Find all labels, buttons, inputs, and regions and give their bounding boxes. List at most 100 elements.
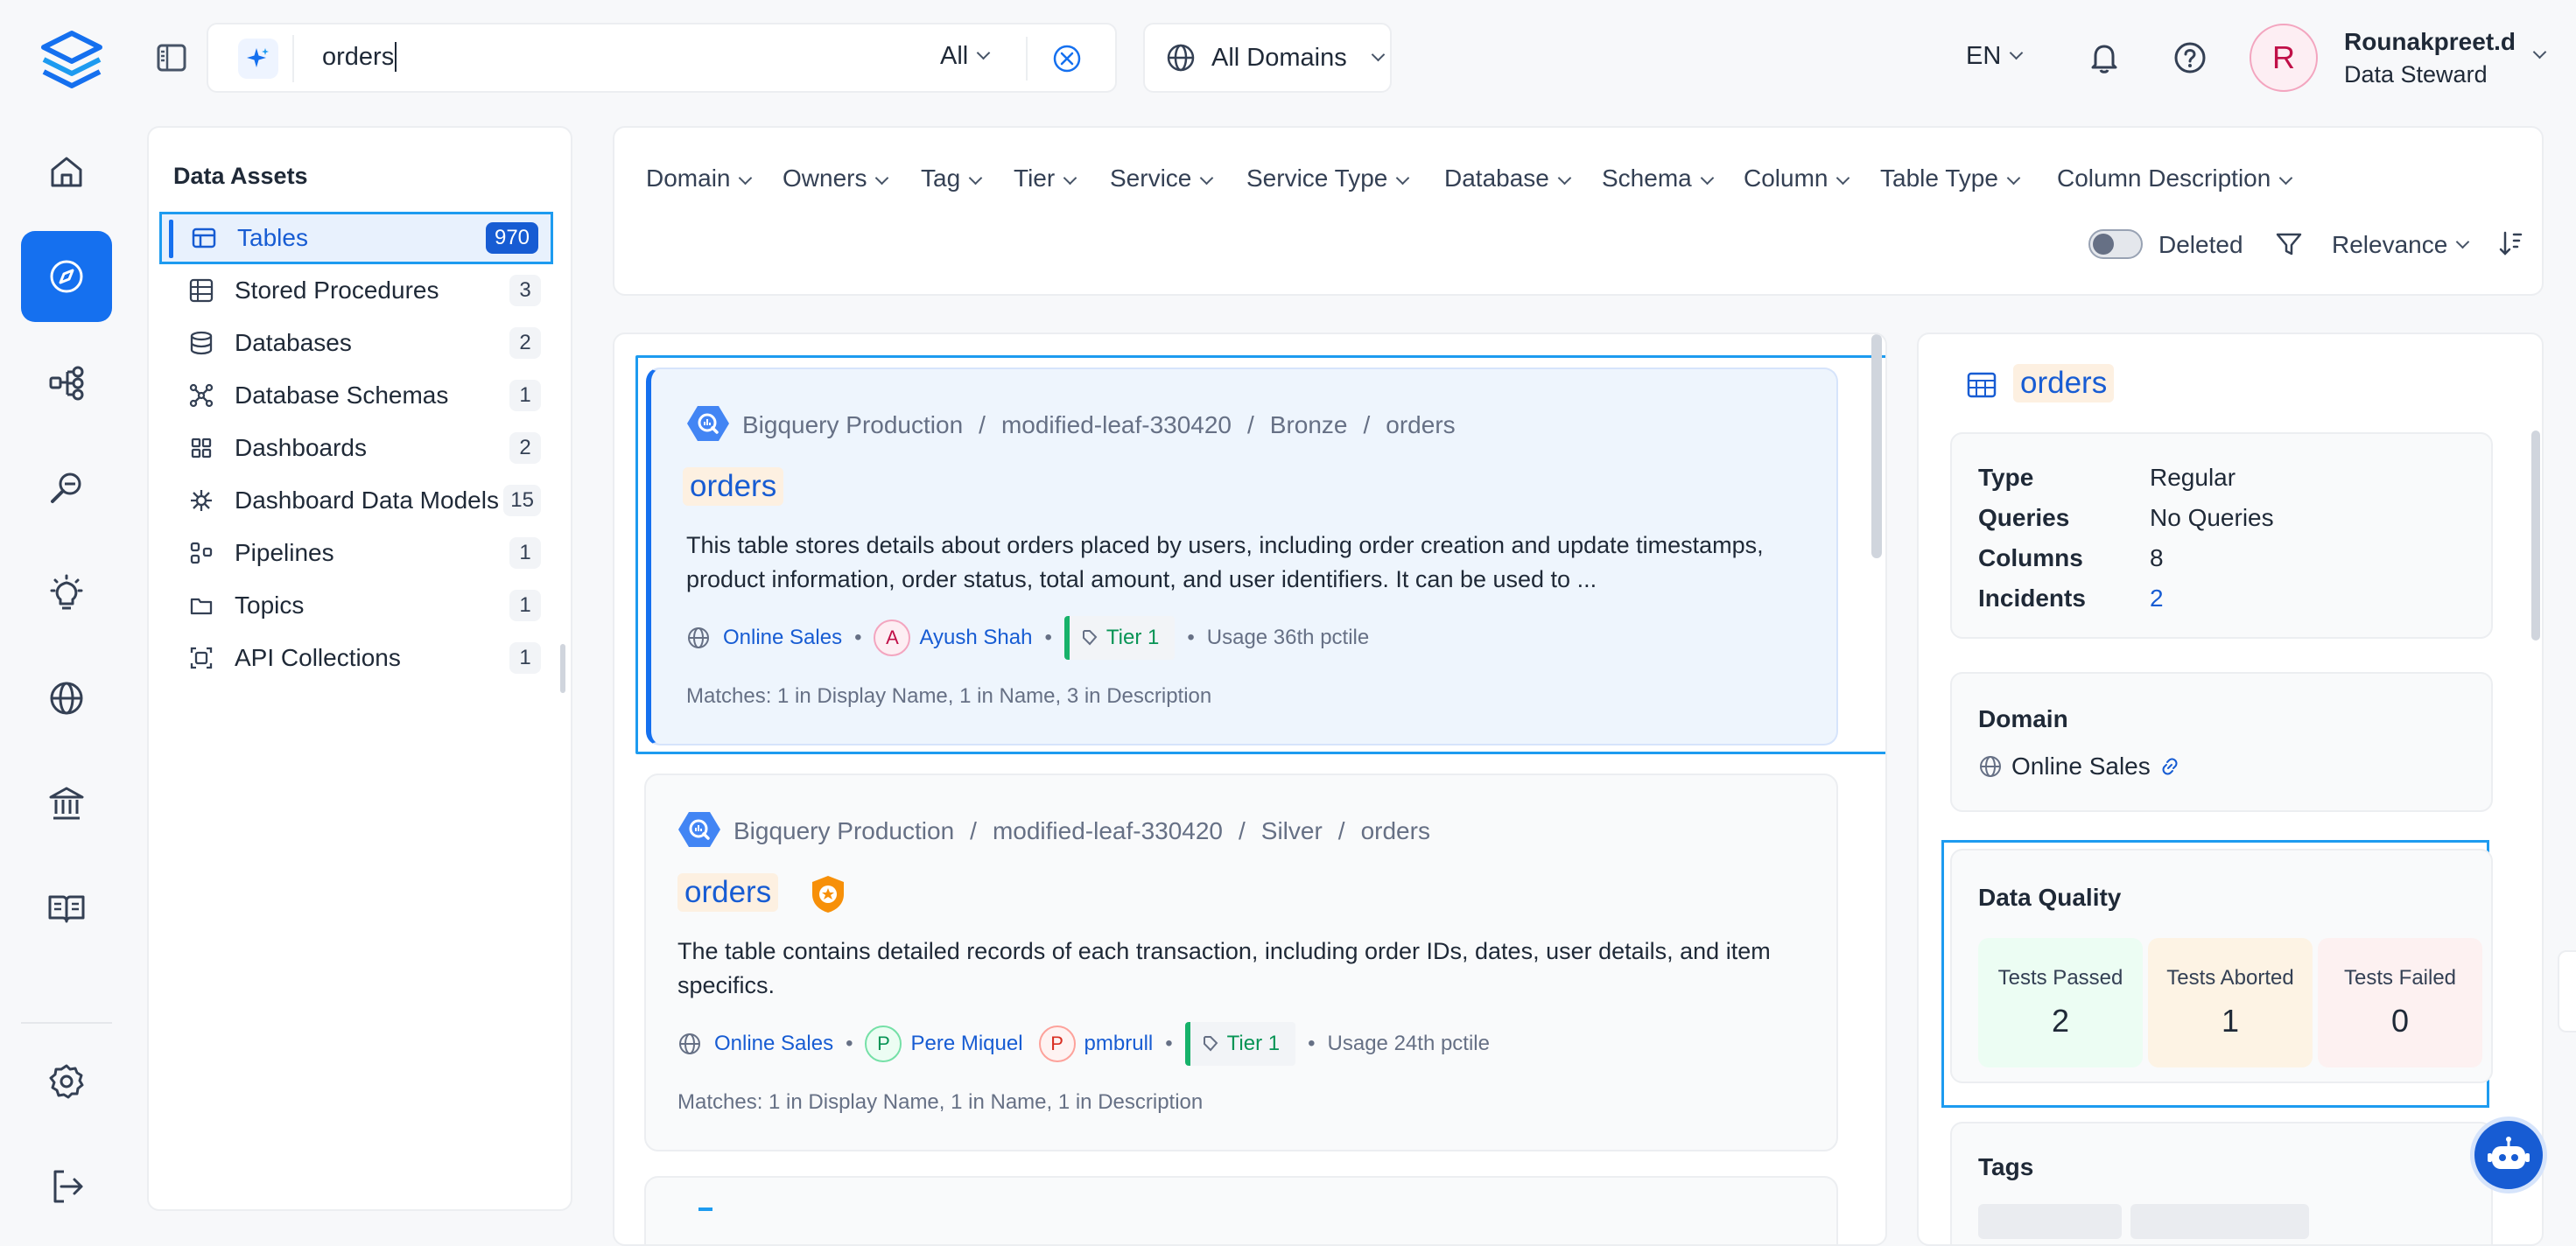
filter-column-description[interactable]: Column Description [2057,164,2293,192]
globe-icon [1980,756,2001,777]
avatar[interactable]: R [2250,24,2318,92]
filter-database[interactable]: Database [1444,164,1572,192]
deleted-toggle[interactable] [2088,229,2143,259]
deleted-label: Deleted [2158,231,2243,258]
chevron-down-icon [739,171,753,186]
filter-service[interactable]: Service [1110,164,1214,192]
link-icon[interactable] [2159,756,2180,777]
tag-chip[interactable] [2130,1204,2309,1239]
results-scrollbar[interactable] [1871,334,1882,558]
crumb-schema[interactable]: Silver [1261,817,1323,845]
asset-item-api-collections[interactable]: API Collections 1 [159,632,553,684]
language-selector[interactable]: EN [1966,42,2024,71]
home-icon[interactable] [21,126,112,217]
search-scope-dropdown[interactable]: All [940,42,991,71]
chatbot-button[interactable] [2470,1116,2547,1194]
filter-tag[interactable]: Tag [921,164,983,192]
domain-link[interactable]: Online Sales [714,1032,833,1056]
user-menu-chevron-icon[interactable] [2532,45,2547,65]
asset-item-label: Tables [237,224,308,251]
asset-item-stored-procedures[interactable]: Stored Procedures 3 [159,264,553,317]
owner-link[interactable]: pmbrull [1084,1032,1154,1056]
chevron-down-icon [1700,171,1714,186]
crumb-schema[interactable]: Bronze [1270,411,1348,439]
governance-icon[interactable] [21,758,112,849]
filter-label: Tier [1014,164,1056,192]
asset-item-database-schemas[interactable]: Database Schemas 1 [159,369,553,422]
asset-item-dashboards[interactable]: Dashboards 2 [159,422,553,474]
filter-domain[interactable]: Domain [646,164,753,192]
filter-tier[interactable]: Tier [1014,164,1077,192]
chevron-down-icon [1200,171,1214,186]
asset-item-databases[interactable]: Databases 2 [159,317,553,369]
summary-key: Queries [1978,504,2070,531]
assets-scrollbar[interactable] [560,644,565,693]
tests-aborted-box[interactable]: Tests Aborted 1 [2148,938,2313,1068]
navigation-rail [0,0,131,1246]
schema-icon [184,382,219,409]
ai-sparkle-icon[interactable] [238,38,278,79]
result-card[interactable]: Bigquery Production / modified-leaf-33042… [646,368,1838,746]
incidents-link[interactable]: 2 [2150,584,2164,612]
filter-label: Owners [783,164,867,192]
asset-item-dashboard-data-models[interactable]: Dashboard Data Models 15 [159,474,553,527]
side-drawer-handle[interactable] [2558,950,2576,1032]
sort-dropdown[interactable]: Relevance [2332,231,2470,259]
insights-icon[interactable] [21,548,112,639]
crumb-service[interactable]: Bigquery Production [733,817,954,845]
owner-link[interactable]: Ayush Shah [919,626,1032,650]
settings-icon[interactable] [21,1036,112,1127]
result-card[interactable] [644,1176,1838,1244]
app-logo-icon[interactable] [39,28,105,94]
glossary-icon[interactable] [21,863,112,954]
search-input[interactable]: orders [322,42,397,72]
owner-avatar: P [1038,1026,1076,1062]
crumb-database[interactable]: modified-leaf-330420 [1001,411,1232,439]
filter-funnel-icon[interactable] [2274,229,2304,259]
filter-bar: Domain Owners Tag Tier Service Service T… [613,126,2544,296]
user-name: Rounakpreet.d [2344,28,2516,55]
sidebar-toggle-icon[interactable] [156,42,187,74]
asset-item-topics[interactable]: Topics 1 [159,579,553,632]
result-title[interactable]: orders [677,873,779,912]
result-card[interactable]: Bigquery Production / modified-leaf-33042… [644,774,1838,1152]
result-meta: Online Sales • P Pere Miquel P pmbrull •… [677,1022,1490,1066]
tier-badge[interactable]: Tier 1 [1063,616,1176,660]
summary-value: Regular [2150,464,2236,491]
domain-selector[interactable]: All Domains [1143,23,1392,93]
explore-icon[interactable] [21,231,112,322]
result-title[interactable]: orders [683,467,784,506]
logout-icon[interactable] [21,1141,112,1232]
data-model-icon [184,487,219,514]
chevron-down-icon [2006,171,2021,186]
filter-owners[interactable]: Owners [783,164,889,192]
tags-label: Tags [1978,1153,2034,1180]
crumb-database[interactable]: modified-leaf-330420 [993,817,1223,845]
domain-link[interactable]: Online Sales [723,626,842,650]
filter-schema[interactable]: Schema [1602,164,1714,192]
crumb-table[interactable]: orders [1361,817,1430,845]
asset-item-pipelines[interactable]: Pipelines 1 [159,527,553,579]
filter-table-type[interactable]: Table Type [1880,164,2021,192]
tag-chip[interactable] [1978,1204,2122,1239]
result-description: The table contains detailed records of e… [677,938,1771,998]
owner-link[interactable]: Pere Miquel [910,1032,1022,1056]
bell-icon[interactable] [2087,40,2122,75]
entity-title[interactable]: orders [2013,364,2115,402]
observability-icon[interactable] [21,443,112,534]
tests-passed-box[interactable]: Tests Passed 2 [1978,938,2143,1068]
crumb-table[interactable]: orders [1386,411,1455,439]
clear-search-icon[interactable] [1052,44,1082,74]
filter-column[interactable]: Column [1744,164,1850,192]
filter-service-type[interactable]: Service Type [1246,164,1410,192]
tests-failed-box[interactable]: Tests Failed 0 [2318,938,2482,1068]
help-icon[interactable] [2172,40,2207,75]
tier-badge[interactable]: Tier 1 [1184,1022,1296,1066]
crumb-service[interactable]: Bigquery Production [742,411,963,439]
lineage-icon[interactable] [21,338,112,429]
detail-scrollbar[interactable] [2531,430,2540,640]
sort-order-icon[interactable] [2498,229,2524,259]
domains-icon[interactable] [21,653,112,744]
asset-item-tables[interactable]: Tables 970 [159,212,553,264]
tests-aborted-count: 1 [2221,1003,2240,1039]
